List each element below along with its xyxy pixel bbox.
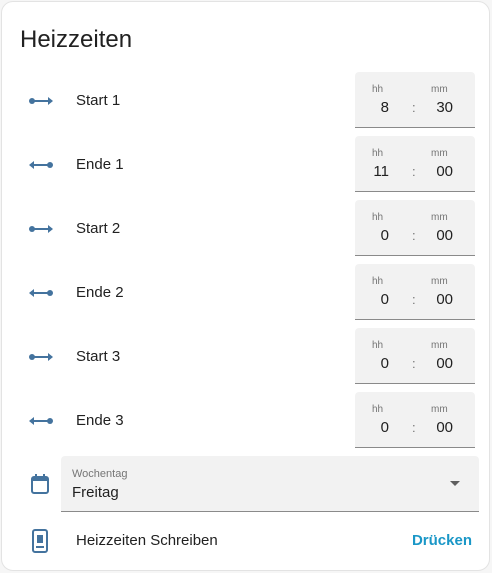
- minutes-field[interactable]: 00: [436, 163, 453, 180]
- weekday-caption: Wochentag: [72, 468, 128, 480]
- arrow-end-icon: [29, 417, 53, 425]
- row-label: Start 2: [76, 220, 121, 237]
- weekday-select[interactable]: Wochentag Freitag: [61, 456, 479, 512]
- arrow-start-icon: [29, 225, 53, 233]
- hours-field[interactable]: 8: [381, 99, 389, 116]
- hours-caption: hh: [372, 148, 384, 159]
- minutes-field[interactable]: 00: [436, 355, 453, 372]
- minutes-field[interactable]: 00: [436, 227, 453, 244]
- time-separator: :: [412, 228, 416, 243]
- minutes-field[interactable]: 30: [436, 99, 453, 116]
- time-input[interactable]: hh mm 0 : 00: [355, 392, 475, 448]
- time-input[interactable]: hh mm 0 : 00: [355, 200, 475, 256]
- time-input[interactable]: hh mm 0 : 00: [355, 264, 475, 320]
- minutes-caption: mm: [431, 212, 448, 223]
- arrow-end-icon: [29, 289, 53, 297]
- hours-field[interactable]: 0: [381, 227, 389, 244]
- arrow-start-icon: [29, 97, 53, 105]
- hours-field[interactable]: 11: [373, 163, 389, 180]
- hours-field[interactable]: 0: [381, 291, 389, 308]
- hours-caption: hh: [372, 84, 384, 95]
- time-row-ende-3: Ende 3 hh mm 0 : 00: [2, 392, 489, 450]
- time-separator: :: [412, 292, 416, 307]
- minutes-caption: mm: [431, 404, 448, 415]
- hours-field[interactable]: 0: [381, 419, 389, 436]
- heizzeiten-card: Heizzeiten Start 1 hh mm 8 : 30 Ende 1 h…: [1, 1, 490, 571]
- time-row-ende-1: Ende 1 hh mm 11 : 00: [2, 136, 489, 194]
- hours-caption: hh: [372, 276, 384, 287]
- press-button[interactable]: Drücken: [412, 532, 472, 549]
- time-separator: :: [412, 164, 416, 179]
- time-input[interactable]: hh mm 11 : 00: [355, 136, 475, 192]
- calendar-icon: [31, 474, 49, 494]
- arrow-start-icon: [29, 353, 53, 361]
- write-label: Heizzeiten Schreiben: [76, 532, 218, 549]
- time-row-ende-2: Ende 2 hh mm 0 : 00: [2, 264, 489, 322]
- time-separator: :: [412, 356, 416, 371]
- row-label: Ende 2: [76, 284, 124, 301]
- hours-caption: hh: [372, 404, 384, 415]
- dropdown-caret-icon[interactable]: [450, 481, 460, 486]
- minutes-field[interactable]: 00: [436, 419, 453, 436]
- hours-caption: hh: [372, 212, 384, 223]
- weekday-value: Freitag: [72, 484, 119, 501]
- time-row-start-1: Start 1 hh mm 8 : 30: [2, 72, 489, 130]
- minutes-caption: mm: [431, 276, 448, 287]
- time-row-start-2: Start 2 hh mm 0 : 00: [2, 200, 489, 258]
- time-input[interactable]: hh mm 8 : 30: [355, 72, 475, 128]
- arrow-end-icon: [29, 161, 53, 169]
- time-separator: :: [412, 420, 416, 435]
- row-label: Ende 1: [76, 156, 124, 173]
- row-label: Start 1: [76, 92, 121, 109]
- remote-icon: [32, 529, 48, 553]
- card-title: Heizzeiten: [20, 26, 133, 53]
- minutes-caption: mm: [431, 84, 448, 95]
- hours-caption: hh: [372, 340, 384, 351]
- time-input[interactable]: hh mm 0 : 00: [355, 328, 475, 384]
- time-row-start-3: Start 3 hh mm 0 : 00: [2, 328, 489, 386]
- hours-field[interactable]: 0: [381, 355, 389, 372]
- time-separator: :: [412, 100, 416, 115]
- row-label: Ende 3: [76, 412, 124, 429]
- minutes-field[interactable]: 00: [436, 291, 453, 308]
- minutes-caption: mm: [431, 340, 448, 351]
- row-label: Start 3: [76, 348, 121, 365]
- minutes-caption: mm: [431, 148, 448, 159]
